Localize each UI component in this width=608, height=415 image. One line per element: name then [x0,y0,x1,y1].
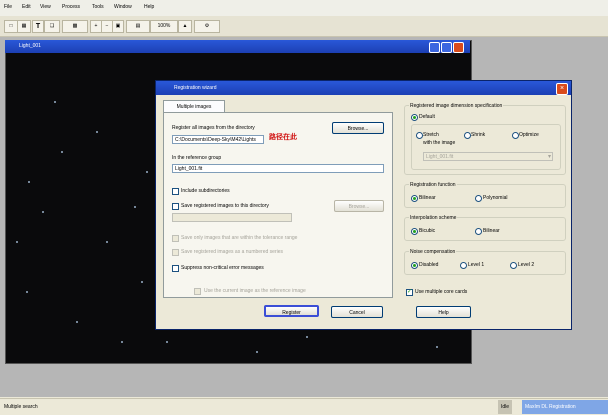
default-radio[interactable] [411,114,418,121]
zoom-level[interactable]: 100% [150,20,178,33]
histogram-icon[interactable]: ▩ [62,20,88,33]
bilinear-func-label: Bilinear [419,195,436,201]
reference-label: In the reference group [172,155,222,161]
bottom-check-label: Use the current image as the reference i… [204,288,306,294]
polynomial-radio[interactable] [475,195,482,202]
dialog-titlebar[interactable]: Registration wizard × [156,81,571,95]
default-label: Default [419,114,435,120]
browse-button[interactable]: Browse... [332,122,384,134]
multi-core-checkbox[interactable]: ✓ [406,289,413,296]
polynomial-label: Polynomial [483,195,508,201]
bicubic-radio[interactable] [411,228,418,235]
bottom-checkbox[interactable] [194,288,201,295]
minimize-icon[interactable] [429,42,440,53]
settings-icon[interactable]: ⚙ [194,20,220,33]
noise-disabled-label: Disabled [419,262,439,268]
optimize-radio[interactable] [512,132,519,139]
multi-core-label: Use multiple core cards [415,289,468,295]
text-tool-icon[interactable]: T [32,20,44,33]
maximize-icon[interactable] [441,42,452,53]
stretch-radio[interactable] [416,132,423,139]
menu-help[interactable]: Help [144,4,154,10]
menu-bar: File Edit View Process Tools Window Help [0,0,608,16]
noise-disabled-radio[interactable] [411,262,418,269]
noise-group: Noise compensation Disabled Level 1 Leve… [404,249,566,275]
image-window-title: Light_001 [19,43,41,49]
graph-icon[interactable]: ▤ [126,20,150,33]
include-sub-label: Include subdirectories [181,188,230,194]
save-dir-field[interactable] [172,213,292,222]
reference-field[interactable]: Light_001.fit [172,164,384,173]
option-a-checkbox[interactable] [172,235,179,242]
menu-tools[interactable]: Tools [92,4,104,10]
status-left: Multiple search [4,404,38,410]
dimension-subgroup: Stretch Shrink Optimize with the image L… [411,124,561,170]
suppress-label: Suppress non-critical error messages [181,265,264,271]
menu-process[interactable]: Process [62,4,80,10]
stretch-label: Stretch [423,132,439,138]
menu-window[interactable]: Window [114,4,132,10]
stretch-icon[interactable]: ▲ [178,20,192,33]
include-sub-checkbox[interactable] [172,188,179,195]
noise-group-title: Noise compensation [409,249,457,255]
menu-edit[interactable]: Edit [22,4,31,10]
zoom-fit-icon[interactable]: ▣ [112,20,124,33]
registration-dialog: Registration wizard × Multiple images Re… [155,80,572,330]
bilinear-interp-label: Bilinear [483,228,500,234]
directory-field[interactable]: C:\Documents\Deep-Sky\M42\Lights [172,135,264,144]
status-idle: Idle [498,400,513,414]
noise-level1-label: Level 1 [468,262,485,268]
interpolation-group-title: Interpolation scheme [409,215,458,221]
option-b-checkbox[interactable] [172,249,179,256]
bilinear-func-radio[interactable] [411,195,418,202]
cancel-button[interactable]: Cancel [331,306,383,318]
crop-icon[interactable]: ❏ [44,20,60,33]
bilinear-interp-radio[interactable] [475,228,482,235]
option-a-label: Save only images that are within the tol… [181,235,298,241]
option-b-label: Save registered images as a numbered ser… [181,249,283,255]
menu-file[interactable]: File [4,4,12,10]
shrink-label: Shrink [471,132,486,138]
menu-view[interactable]: View [40,4,51,10]
tab-panel: Register all images from the directory B… [163,112,393,298]
noise-level2-radio[interactable] [510,262,517,269]
close-icon[interactable] [453,42,464,53]
shrink-radio[interactable] [464,132,471,139]
suppress-checkbox[interactable] [172,265,179,272]
dialog-title: Registration wizard [174,85,217,91]
function-group: Registration function Bilinear Polynomia… [404,182,566,208]
save-dir-checkbox[interactable] [172,203,179,210]
bicubic-label: Bicubic [419,228,436,234]
noise-level1-radio[interactable] [460,262,467,269]
annotation-text: 路径在此 [269,134,297,141]
browse-button-2[interactable]: Browse... [334,200,384,212]
dimension-group: Registered image dimension specification… [404,103,566,175]
status-bar: Multiple search Idle MaxIm DL Registrati… [0,398,608,415]
reference-image-combo[interactable]: Light_001.fit [423,152,553,162]
dialog-close-icon[interactable]: × [556,83,568,95]
function-group-title: Registration function [409,182,457,188]
register-label: Register all images from the directory [172,125,255,131]
save-dir-label: Save registered images to this directory [181,203,269,209]
open-icon[interactable]: ▦ [17,20,31,33]
help-button[interactable]: Help [416,306,471,318]
taskbar-item[interactable]: MaxIm DL Registration [522,400,608,414]
with-image-label: with the image [423,140,456,146]
register-button[interactable]: Register [264,305,319,317]
optimize-label: Optimize [519,132,539,138]
new-icon[interactable]: □ [4,20,18,33]
image-window-titlebar[interactable]: Light_001 [5,40,470,53]
noise-level2-label: Level 2 [518,262,535,268]
dimension-group-title: Registered image dimension specification [409,103,504,109]
toolbar: □ ▦ T ❏ ▩ + − ▣ ▤ 100% ▲ ⚙ [0,16,608,37]
interpolation-group: Interpolation scheme Bicubic Bilinear [404,215,566,241]
